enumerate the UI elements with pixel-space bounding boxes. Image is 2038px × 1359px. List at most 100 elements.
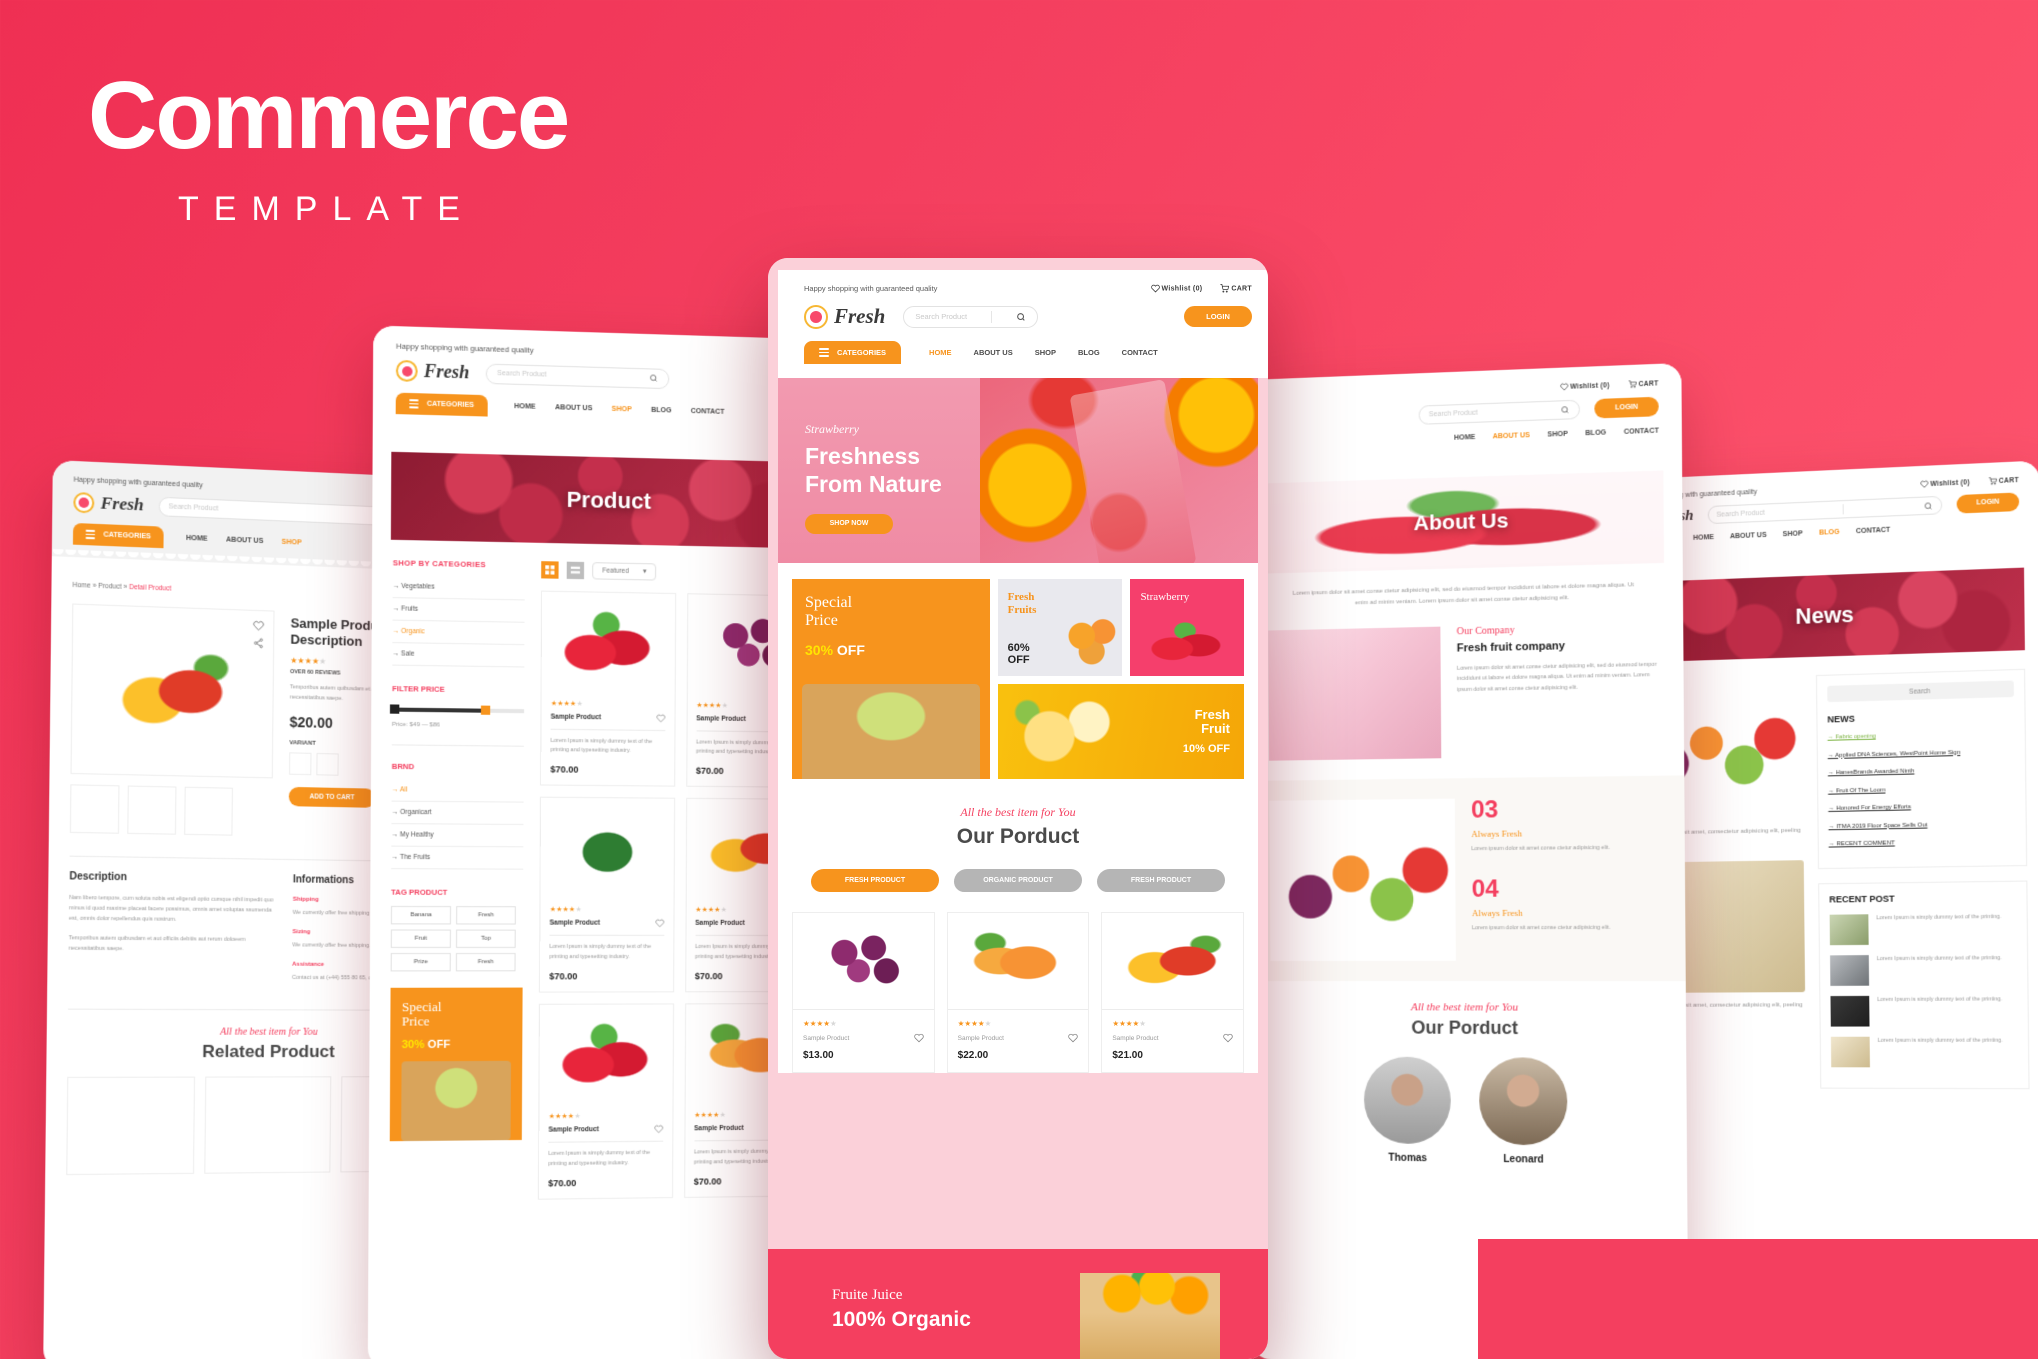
tag-chip[interactable]: Prize [390,952,451,971]
shop-category-item[interactable]: → Organic [392,620,525,645]
logo[interactable]: Fresh [395,359,469,384]
share-icon[interactable] [253,637,264,649]
team-member[interactable]: Leonard [1478,1056,1568,1166]
product-card[interactable]: ★★★★★ Sample Product $21.00 [1101,912,1244,1073]
news-link[interactable]: → Applied DNA Sciences, WestPoint Home S… [1828,746,2015,761]
sort-select[interactable]: Featured ▾ [592,561,657,581]
recent-post-item[interactable]: Lorem Ipsum is simply dummy text of the … [1829,953,2017,986]
login-button[interactable]: LOGIN [1184,306,1253,327]
promo-special-price[interactable]: Special Price 30% OFF [792,579,990,779]
nav-about[interactable]: ABOUT US [1493,432,1530,440]
nav-about[interactable]: ABOUT US [555,404,592,412]
price-slider[interactable] [389,703,525,715]
product-tab[interactable]: FRESH PRODUCT [811,869,939,892]
tab-description[interactable]: Description [69,871,274,885]
wishlist-heart-icon[interactable] [1068,1033,1079,1043]
breadcrumb-product[interactable]: Product [98,582,121,590]
nav-blog[interactable]: BLOG [1819,529,1840,537]
thumbnail[interactable] [127,785,177,835]
add-to-cart-button[interactable]: ADD TO CART [288,786,376,808]
shop-category-item[interactable]: → Vegetables [392,575,525,600]
recent-post-item[interactable]: Lorem Ipsum is simply dummy text of the … [1829,912,2016,945]
search-input[interactable]: Search Product [1418,399,1580,425]
promo-fresh-fruits[interactable]: Fresh Fruits 60% OFF [997,579,1123,676]
list-view-icon[interactable] [566,561,585,579]
wishlist-heart-icon[interactable] [1223,1033,1233,1043]
product-card[interactable]: ★★★★★ Sample Product $22.00 [946,912,1090,1073]
nav-home[interactable]: HOME [929,348,952,357]
news-link[interactable]: → RECENT COMMENT [1829,836,2016,850]
product-card[interactable]: ★★★★★ Sample Product $13.00 [792,912,935,1073]
product-card[interactable]: ★★★★★ Sample Product Lorem Ipsum is simply… [537,1003,674,1200]
product-card[interactable]: ★★★★★ Sample Product Lorem Ipsum is simply… [540,590,676,787]
nav-contact[interactable]: CONTACT [1122,348,1158,357]
nav-contact[interactable]: CONTACT [1624,427,1659,435]
wishlist-link[interactable]: Wishlist (0) [1560,381,1610,391]
price-slider-handle-max[interactable] [480,705,490,715]
nav-shop[interactable]: SHOP [1783,530,1803,538]
hero-cta-button[interactable]: SHOP NOW [805,514,893,535]
nav-about[interactable]: ABOUT US [226,536,263,545]
tag-chip[interactable]: Top [455,929,516,948]
nav-blog[interactable]: BLOG [1078,348,1100,357]
wishlist-link[interactable]: Wishlist (0) [1920,478,1970,488]
cart-link[interactable]: CART [1989,476,2019,486]
thumbnail[interactable] [69,783,120,834]
categories-button[interactable]: CATEGORIES [395,392,488,417]
nav-home[interactable]: HOME [1454,434,1475,442]
variant-swatch[interactable] [316,752,339,776]
nav-about[interactable]: ABOUT US [1730,532,1767,541]
related-product-image[interactable] [204,1076,331,1174]
grid-view-icon[interactable] [541,560,559,579]
tag-chip[interactable]: Banana [390,905,452,924]
thumbnail[interactable] [184,786,233,836]
recent-post-item[interactable]: Lorem Ipsum is simply dummy text of the … [1830,1036,2018,1067]
nav-home[interactable]: HOME [186,535,208,543]
news-link[interactable]: → HanesBrands Awarded Ninth [1828,764,2015,779]
promo-strawberry[interactable]: Strawberry [1130,579,1244,676]
categories-button[interactable]: CATEGORIES [804,341,902,364]
brand-item[interactable]: → The Fruits [391,846,524,870]
news-link[interactable]: → Honored For Energy Efforts [1828,800,2015,814]
nav-contact[interactable]: CONTACT [691,408,725,416]
wishlist-heart-icon[interactable] [913,1033,924,1043]
login-button[interactable]: LOGIN [1956,492,2020,514]
news-link[interactable]: → Fruit Of The Loom [1828,782,2015,797]
nav-blog[interactable]: BLOG [651,407,671,415]
search-input[interactable]: Search Product [485,363,670,389]
brand-item[interactable]: → Organicart [391,801,524,825]
search-input[interactable]: Search Product [1707,495,1943,525]
wishlist-heart-icon[interactable] [253,620,264,632]
nav-shop[interactable]: SHOP [612,405,632,413]
nav-home[interactable]: HOME [1693,534,1714,542]
team-member[interactable]: Thomas [1363,1056,1452,1164]
product-tab[interactable]: ORGANIC PRODUCT [954,869,1082,892]
related-product-image[interactable] [66,1076,196,1176]
sidebar-promo-banner[interactable]: Special Price 30% OFF [389,987,523,1141]
price-slider-handle-min[interactable] [389,703,400,714]
news-link[interactable]: → ITMA 2019 Floor Space Sells Out [1828,818,2015,832]
cart-link[interactable]: CART [1220,284,1252,293]
wishlist-heart-icon[interactable] [655,919,664,928]
variant-swatch[interactable] [288,752,312,775]
nav-shop[interactable]: SHOP [1035,348,1056,357]
logo[interactable]: Fresh [804,304,885,329]
shop-category-item[interactable]: → Sale [392,642,525,667]
nav-shop[interactable]: SHOP [1547,431,1567,439]
product-card[interactable]: ★★★★★ Sample Product Lorem Ipsum is simply… [538,796,675,993]
wishlist-heart-icon[interactable] [656,713,665,722]
tag-chip[interactable]: Fruit [390,928,451,948]
nav-about[interactable]: ABOUT US [974,348,1013,357]
brand-item[interactable]: → All [391,778,524,803]
promo-fresh-fruit[interactable]: Fresh Fruit 10% OFF [997,683,1244,779]
blog-search-input[interactable]: Search [1826,680,2014,703]
nav-contact[interactable]: CONTACT [1856,527,1891,536]
product-tab[interactable]: FRESH PRODUCT [1097,869,1225,892]
nav-blog[interactable]: BLOG [1585,429,1606,437]
news-link[interactable]: → Fabric opening [1827,728,2014,743]
logo[interactable]: Fresh [73,491,144,516]
brand-item[interactable]: → My Healthy [391,823,524,847]
wishlist-link[interactable]: Wishlist (0) [1150,284,1203,293]
login-button[interactable]: LOGIN [1594,396,1659,419]
tag-chip[interactable]: Fresh [456,905,516,925]
